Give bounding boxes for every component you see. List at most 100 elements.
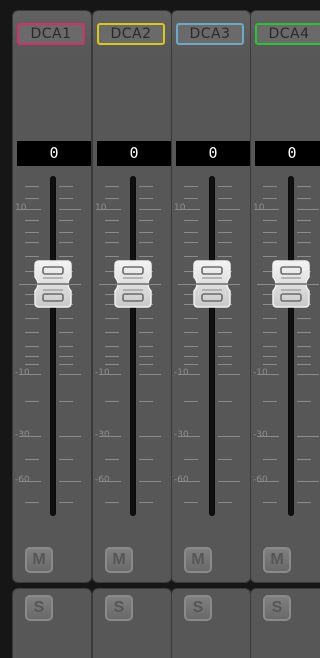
scale-tick	[218, 232, 232, 233]
level-readout[interactable]: 0	[176, 141, 250, 166]
fader-track[interactable]	[130, 176, 136, 516]
fader-knob[interactable]	[33, 259, 73, 309]
scale-tick	[218, 436, 240, 437]
scale-label: -30	[15, 430, 30, 440]
dca-name-label[interactable]: DCA2	[97, 23, 165, 45]
scale-tick	[105, 459, 119, 460]
scale-tick	[59, 332, 73, 333]
scale-label: -60	[15, 475, 30, 485]
fader-track[interactable]	[209, 176, 215, 516]
scale-tick	[297, 242, 311, 243]
scale-tick	[105, 220, 119, 221]
scale-tick	[25, 198, 39, 199]
scale-tick	[297, 502, 311, 503]
scale-tick	[184, 459, 198, 460]
scale-tick	[25, 401, 39, 402]
scale-tick	[297, 232, 311, 233]
scale-tick	[184, 356, 198, 357]
scale-label: -30	[95, 430, 110, 440]
scale-tick	[218, 209, 240, 210]
scale-tick	[105, 318, 119, 319]
level-readout[interactable]: 0	[255, 141, 320, 166]
scale-tick	[184, 186, 198, 187]
scale-tick	[59, 220, 73, 221]
scale-tick	[59, 356, 73, 357]
level-readout[interactable]: 0	[97, 141, 171, 166]
solo-strip-4: S	[250, 588, 320, 658]
scale-tick	[263, 186, 277, 187]
scale-tick	[218, 186, 232, 187]
scale-tick	[297, 364, 311, 365]
scale-tick	[218, 481, 240, 482]
scale-tick	[218, 256, 232, 257]
scale-tick	[139, 332, 153, 333]
scale-tick	[263, 232, 277, 233]
scale-tick	[59, 346, 73, 347]
dca-mixer: DCA1 0 10 -10 -30 -60 M S DCA2 0 10 -10 …	[0, 0, 320, 658]
fader-track[interactable]	[50, 176, 56, 516]
scale-tick	[59, 232, 73, 233]
solo-strip-2: S	[92, 588, 172, 658]
dca-name-label[interactable]: DCA4	[255, 23, 320, 45]
scale-tick	[59, 256, 73, 257]
scale-tick	[184, 242, 198, 243]
scale-tick	[184, 232, 198, 233]
solo-button[interactable]: S	[25, 595, 53, 621]
scale-tick	[297, 459, 311, 460]
scale-tick	[218, 198, 232, 199]
level-readout[interactable]: 0	[17, 141, 91, 166]
scale-tick	[297, 318, 311, 319]
scale-tick	[59, 436, 81, 437]
fader-knob[interactable]	[192, 259, 232, 309]
scale-tick	[105, 232, 119, 233]
dca-name-label[interactable]: DCA1	[17, 23, 85, 45]
scale-tick	[263, 198, 277, 199]
solo-button[interactable]: S	[184, 595, 212, 621]
fader-knob[interactable]	[271, 259, 311, 309]
scale-tick	[263, 502, 277, 503]
solo-button[interactable]: S	[105, 595, 133, 621]
scale-tick	[59, 198, 73, 199]
scale-tick	[59, 364, 73, 365]
scale-tick	[139, 318, 153, 319]
dca-name-label[interactable]: DCA3	[176, 23, 244, 45]
scale-tick	[105, 198, 119, 199]
scale-tick	[218, 346, 232, 347]
scale-tick	[297, 374, 319, 375]
scale-tick	[297, 436, 319, 437]
scale-tick	[297, 198, 311, 199]
scale-label: -10	[253, 368, 268, 378]
fader-track[interactable]	[288, 176, 294, 516]
scale-tick	[297, 186, 311, 187]
scale-tick	[139, 346, 153, 347]
scale-label: 10	[174, 203, 186, 213]
solo-button[interactable]: S	[263, 595, 291, 621]
scale-tick	[297, 256, 311, 257]
scale-tick	[105, 364, 119, 365]
fader-knob[interactable]	[113, 259, 153, 309]
scale-tick	[297, 220, 311, 221]
scale-tick	[105, 401, 119, 402]
scale-tick	[218, 332, 232, 333]
scale-tick	[297, 332, 311, 333]
scale-tick	[59, 374, 81, 375]
scale-tick	[25, 459, 39, 460]
mute-button[interactable]: M	[105, 547, 133, 573]
scale-tick	[139, 481, 161, 482]
scale-tick	[59, 459, 73, 460]
scale-tick	[184, 256, 198, 257]
scale-label: 10	[95, 203, 107, 213]
channel-strip-2: DCA2 0 10 -10 -30 -60 M	[92, 10, 172, 583]
scale-tick	[105, 186, 119, 187]
mute-button[interactable]: M	[184, 547, 212, 573]
scale-label: -60	[95, 475, 110, 485]
scale-label: -10	[15, 368, 30, 378]
scale-tick	[25, 232, 39, 233]
scale-tick	[105, 332, 119, 333]
scale-tick	[263, 256, 277, 257]
mute-button[interactable]: M	[263, 547, 291, 573]
scale-label: -60	[253, 475, 268, 485]
scale-tick	[263, 356, 277, 357]
mute-button[interactable]: M	[25, 547, 53, 573]
scale-tick	[59, 242, 73, 243]
